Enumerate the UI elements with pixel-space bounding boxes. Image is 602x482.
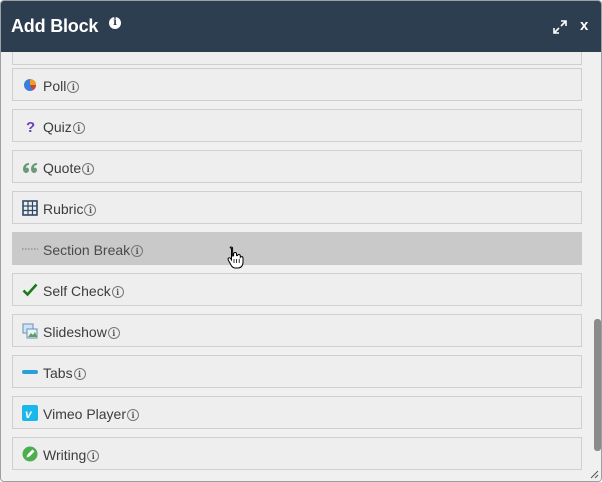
dialog-titlebar[interactable]: Add Block i x — [1, 1, 601, 52]
slideshow-images-icon — [22, 323, 38, 339]
block-item-section-break[interactable]: Section Break i — [12, 232, 582, 265]
block-item-quote[interactable]: Quote i — [12, 150, 582, 183]
info-icon[interactable]: i — [127, 409, 140, 421]
dialog-title: Add Block — [11, 16, 99, 36]
dotted-line-icon — [22, 248, 38, 250]
block-item-rubric[interactable]: Rubric i — [12, 191, 582, 224]
info-icon[interactable]: i — [131, 245, 144, 257]
block-label: Self Check — [43, 283, 111, 299]
info-icon[interactable]: i — [107, 327, 120, 339]
block-item-tabs[interactable]: Tabs i — [12, 355, 582, 388]
quote-icon — [23, 163, 37, 173]
block-item-self-check[interactable]: Self Check i — [12, 273, 582, 306]
block-label: Vimeo Player — [43, 406, 127, 422]
scrollbar-thumb[interactable] — [594, 319, 601, 451]
vimeo-icon: v — [22, 405, 38, 421]
block-label: Slideshow — [43, 324, 107, 340]
block-label: Section Break — [43, 242, 131, 258]
checkmark-icon — [22, 283, 38, 297]
info-icon[interactable]: i — [67, 81, 80, 93]
grid-table-icon — [22, 200, 38, 216]
tabs-bar-icon — [22, 370, 38, 374]
hand-pointer-cursor-icon — [227, 246, 244, 269]
block-label: Rubric — [43, 201, 84, 217]
info-icon[interactable]: i — [87, 450, 100, 462]
svg-text:?: ? — [26, 119, 35, 134]
block-item-poll[interactable]: Poll i — [12, 68, 582, 101]
info-icon[interactable]: i — [111, 286, 124, 298]
resize-grip-icon[interactable] — [589, 469, 599, 479]
block-list: Poll i ? Quiz i Quote i Rubric i Section… — [1, 52, 591, 481]
question-mark-icon: ? — [26, 119, 35, 134]
block-label: Tabs — [43, 365, 73, 381]
block-label: Writing — [43, 447, 87, 463]
block-label: Quote — [43, 160, 82, 176]
expand-icon[interactable] — [553, 20, 567, 34]
block-label: Quiz — [43, 119, 72, 135]
info-icon[interactable]: i — [84, 204, 97, 216]
block-item-slideshow[interactable]: Slideshow i — [12, 314, 582, 347]
info-icon[interactable]: i — [109, 17, 121, 29]
block-item-writing[interactable]: Writing i — [12, 437, 582, 470]
pie-chart-icon — [24, 79, 36, 91]
add-block-dialog: Add Block i x Poll i ? Quiz i Quote i Ru… — [0, 0, 602, 482]
block-item-vimeo-player[interactable]: v Vimeo Player i — [12, 396, 582, 429]
info-icon[interactable]: i — [82, 163, 95, 175]
info-icon[interactable]: i — [73, 368, 86, 380]
block-label: Poll — [43, 78, 67, 94]
info-icon[interactable]: i — [72, 122, 85, 134]
close-button[interactable]: x — [580, 18, 588, 34]
list-item-partial[interactable] — [12, 52, 582, 65]
pencil-circle-icon — [22, 446, 38, 462]
block-item-quiz[interactable]: ? Quiz i — [12, 109, 582, 142]
